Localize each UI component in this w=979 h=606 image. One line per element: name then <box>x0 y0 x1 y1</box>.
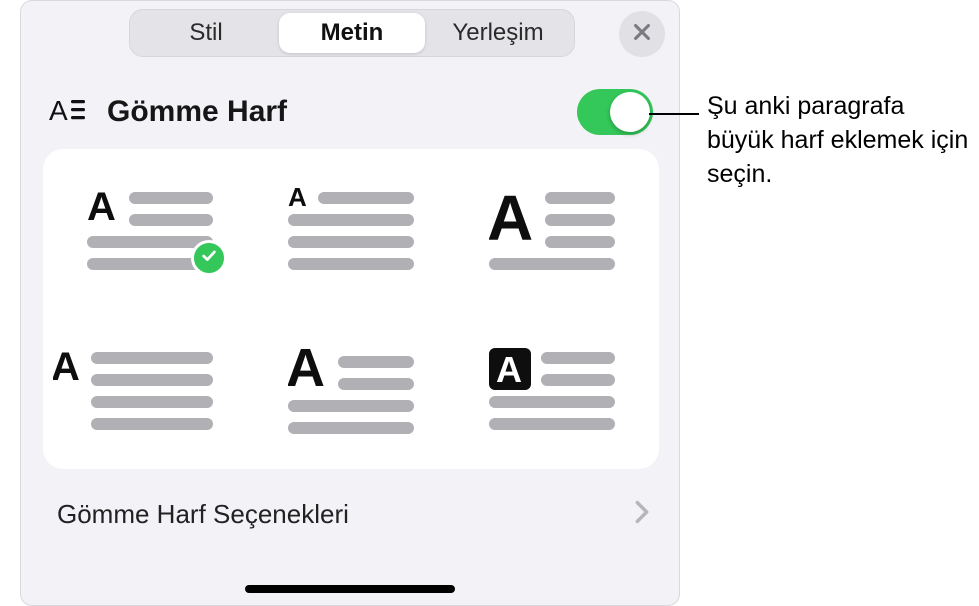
selected-checkmark <box>191 240 227 276</box>
close-button[interactable] <box>619 11 665 57</box>
dropcap-style-2[interactable]: A <box>288 184 414 274</box>
tab-layout[interactable]: Yerleşim <box>425 13 571 53</box>
dropcap-style-4[interactable]: A <box>53 344 213 434</box>
dropcap-options-label: Gömme Harf Seçenekleri <box>57 499 349 530</box>
dropcap-toggle[interactable] <box>577 89 653 135</box>
close-icon <box>631 21 653 48</box>
dropcap-section-row: A Gömme Harf <box>47 89 653 135</box>
svg-text:A: A <box>288 344 325 398</box>
svg-text:A: A <box>49 96 68 126</box>
svg-text:A: A <box>288 184 307 212</box>
format-tabs: Stil Metin Yerleşim <box>129 9 575 57</box>
dropcap-style-3[interactable]: A <box>489 184 615 274</box>
toggle-knob <box>610 92 650 132</box>
svg-text:A: A <box>53 345 80 389</box>
dropcap-style-5[interactable]: A <box>288 344 414 434</box>
dropcap-section-icon: A <box>47 94 87 130</box>
svg-text:A: A <box>489 184 533 254</box>
home-indicator[interactable] <box>245 585 455 593</box>
callout-leader-line <box>649 113 699 115</box>
svg-text:A: A <box>496 349 522 390</box>
checkmark-icon <box>200 247 218 270</box>
svg-text:A: A <box>87 185 116 229</box>
format-panel: Stil Metin Yerleşim A Gömme Harf A <box>20 0 680 606</box>
tab-text[interactable]: Metin <box>279 13 425 53</box>
dropcap-options-row[interactable]: Gömme Harf Seçenekleri <box>57 499 649 530</box>
dropcap-style-6[interactable]: A <box>489 344 615 434</box>
callout-text: Şu anki paragrafa büyük harf eklemek içi… <box>707 90 972 191</box>
tab-style[interactable]: Stil <box>133 13 279 53</box>
chevron-right-icon <box>635 500 649 529</box>
dropcap-style-1[interactable]: A <box>87 184 213 274</box>
dropcap-title: Gömme Harf <box>107 95 557 129</box>
dropcap-styles-grid: A A A <box>43 149 659 469</box>
